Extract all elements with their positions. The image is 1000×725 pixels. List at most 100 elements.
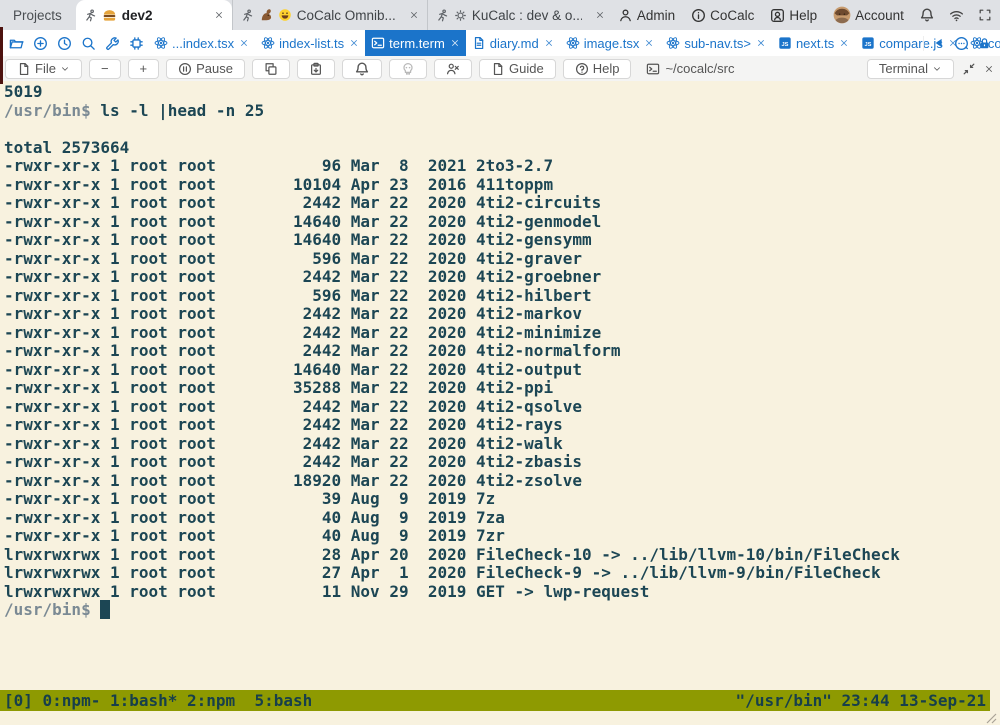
copy-button[interactable] bbox=[252, 59, 290, 79]
terminal-pane[interactable]: 5019 /usr/bin$ ls -l |head -n 25 total 2… bbox=[0, 81, 1000, 690]
bell-icon[interactable] bbox=[915, 7, 939, 23]
pause-button[interactable]: Pause bbox=[166, 59, 245, 79]
terminal-prompt: /usr/bin$ bbox=[4, 600, 91, 619]
close-icon[interactable] bbox=[543, 38, 554, 48]
file-tab-term-term[interactable]: term.term bbox=[365, 30, 466, 56]
runner-icon bbox=[241, 9, 254, 22]
toolbar-buttons: File − + Pause Guide Help bbox=[5, 59, 631, 79]
chrome-menu-account[interactable]: Account bbox=[828, 6, 909, 24]
runner-icon bbox=[436, 9, 449, 22]
file-tab-label: index-list.ts bbox=[279, 36, 344, 51]
file-tab-label: sub-nav.ts> bbox=[684, 36, 751, 51]
chrome-menu-help[interactable]: Help bbox=[765, 8, 822, 23]
projects-label[interactable]: Projects bbox=[13, 8, 62, 23]
chrome-menu-label: Help bbox=[789, 8, 817, 23]
close-icon[interactable] bbox=[348, 38, 359, 48]
browser-tab-label: CoCalc Omnib... bbox=[297, 8, 396, 23]
life-ring-icon bbox=[770, 8, 785, 23]
doc-icon bbox=[491, 62, 505, 76]
file-tab-label: ...index.tsx bbox=[172, 36, 234, 51]
browser-tab-label: KuCalc : dev & o... bbox=[472, 8, 582, 23]
terminal-output[interactable]: 5019 /usr/bin$ ls -l |head -n 25 total 2… bbox=[0, 81, 1000, 620]
js-icon: JS bbox=[861, 36, 875, 50]
file-tab-index-list-ts[interactable]: index-list.ts bbox=[255, 30, 365, 56]
wifi-icon[interactable] bbox=[945, 8, 968, 23]
burger-icon bbox=[102, 8, 117, 23]
chrome-menu-cocalc[interactable]: CoCalc bbox=[686, 8, 759, 23]
history-icon[interactable] bbox=[52, 31, 76, 55]
plus-circle-icon[interactable] bbox=[28, 31, 52, 55]
init-file-button[interactable] bbox=[342, 59, 382, 79]
help-button[interactable]: Help bbox=[563, 59, 632, 79]
file-tab-compare-js[interactable]: JScompare.js bbox=[855, 30, 964, 56]
terminal-toolbar: File − + Pause Guide Help ~/cocalc/src T… bbox=[0, 56, 1000, 81]
disconnect-user-button[interactable] bbox=[434, 59, 472, 79]
tmux-windows[interactable]: [0] 0:npm- 1:bash* 2:npm 5:bash bbox=[4, 690, 312, 711]
chrome-menu-label: CoCalc bbox=[710, 8, 754, 23]
close-icon[interactable] bbox=[643, 38, 654, 48]
kill-button[interactable] bbox=[389, 59, 427, 79]
file-tab-next-ts[interactable]: JSnext.ts bbox=[772, 30, 855, 56]
frame-type-dropdown[interactable]: Terminal bbox=[867, 59, 954, 79]
guide-button[interactable]: Guide bbox=[479, 59, 556, 79]
close-icon[interactable] bbox=[238, 38, 249, 48]
close-icon[interactable] bbox=[401, 8, 419, 23]
close-icon[interactable] bbox=[838, 38, 849, 48]
working-directory: ~/cocalc/src bbox=[646, 61, 734, 76]
button-label: + bbox=[140, 61, 148, 76]
terminal-prompt: /usr/bin$ bbox=[4, 101, 91, 120]
triangle-left-icon[interactable] bbox=[933, 37, 945, 49]
browser-tab-cocalc-omnibus[interactable]: CoCalc Omnib... bbox=[232, 0, 427, 30]
folder-icon[interactable] bbox=[4, 31, 28, 55]
file-tab-diary-md[interactable]: diary.md bbox=[466, 30, 560, 56]
doc-text-icon bbox=[472, 36, 486, 50]
file-tab-right-actions bbox=[923, 36, 1000, 51]
chip-icon[interactable] bbox=[124, 31, 148, 55]
chrome-menu-admin[interactable]: Admin bbox=[613, 8, 680, 23]
close-icon[interactable] bbox=[947, 38, 958, 48]
terminal-icon bbox=[371, 36, 385, 50]
file-tab-sub-nav-ts-gt-[interactable]: sub-nav.ts> bbox=[660, 30, 772, 56]
browser-chrome-bar: Projects dev2 CoCalc Omnib... KuCalc : d… bbox=[0, 0, 1000, 30]
react-icon bbox=[154, 36, 168, 50]
squirrel-icon bbox=[259, 8, 273, 22]
react-icon bbox=[566, 36, 580, 50]
file-menu-button[interactable]: File bbox=[5, 59, 82, 79]
close-icon[interactable] bbox=[206, 8, 224, 23]
fullscreen-icon[interactable] bbox=[974, 8, 996, 22]
close-icon[interactable] bbox=[755, 38, 766, 48]
resize-grip-icon[interactable] bbox=[985, 712, 997, 724]
runner-icon bbox=[84, 9, 97, 22]
browser-tab-kucalc[interactable]: KuCalc : dev & o... bbox=[427, 0, 613, 30]
gear-icon bbox=[454, 9, 467, 22]
working-directory-path: ~/cocalc/src bbox=[665, 61, 734, 76]
grin-icon bbox=[278, 8, 292, 22]
react-icon bbox=[666, 36, 680, 50]
file-tab-image-tsx[interactable]: image.tsx bbox=[560, 30, 661, 56]
font-smaller-button[interactable]: − bbox=[89, 59, 121, 79]
close-icon[interactable] bbox=[449, 38, 460, 48]
pause-circle-icon bbox=[178, 62, 192, 76]
browser-tab-dev2[interactable]: dev2 bbox=[76, 0, 232, 30]
close-frame-icon[interactable] bbox=[984, 64, 994, 74]
cocalc-window: Projects dev2 CoCalc Omnib... KuCalc : d… bbox=[0, 0, 1000, 725]
chrome-menu-label: Account bbox=[855, 8, 904, 23]
bell-icon bbox=[354, 61, 370, 77]
font-bigger-button[interactable]: + bbox=[128, 59, 160, 79]
tmux-status-bar[interactable]: [0] 0:npm- 1:bash* 2:npm 5:bash "/usr/bi… bbox=[0, 690, 990, 711]
lock-icon[interactable] bbox=[978, 37, 991, 50]
compress-icon[interactable] bbox=[962, 62, 976, 76]
chrome-right-menu: Admin CoCalc Help Account bbox=[613, 6, 1000, 24]
copy-icon bbox=[264, 62, 278, 76]
close-icon[interactable] bbox=[587, 8, 605, 23]
terminal-icon bbox=[646, 62, 660, 76]
wrench-icon[interactable] bbox=[100, 31, 124, 55]
paste-button[interactable] bbox=[297, 59, 335, 79]
file-tab--index-tsx[interactable]: ...index.tsx bbox=[148, 30, 255, 56]
button-label: − bbox=[101, 61, 109, 76]
avatar-icon bbox=[833, 6, 851, 24]
js-icon: JS bbox=[778, 36, 792, 50]
search-icon[interactable] bbox=[76, 31, 100, 55]
button-label: Pause bbox=[196, 61, 233, 76]
bottom-strip bbox=[0, 711, 1000, 725]
